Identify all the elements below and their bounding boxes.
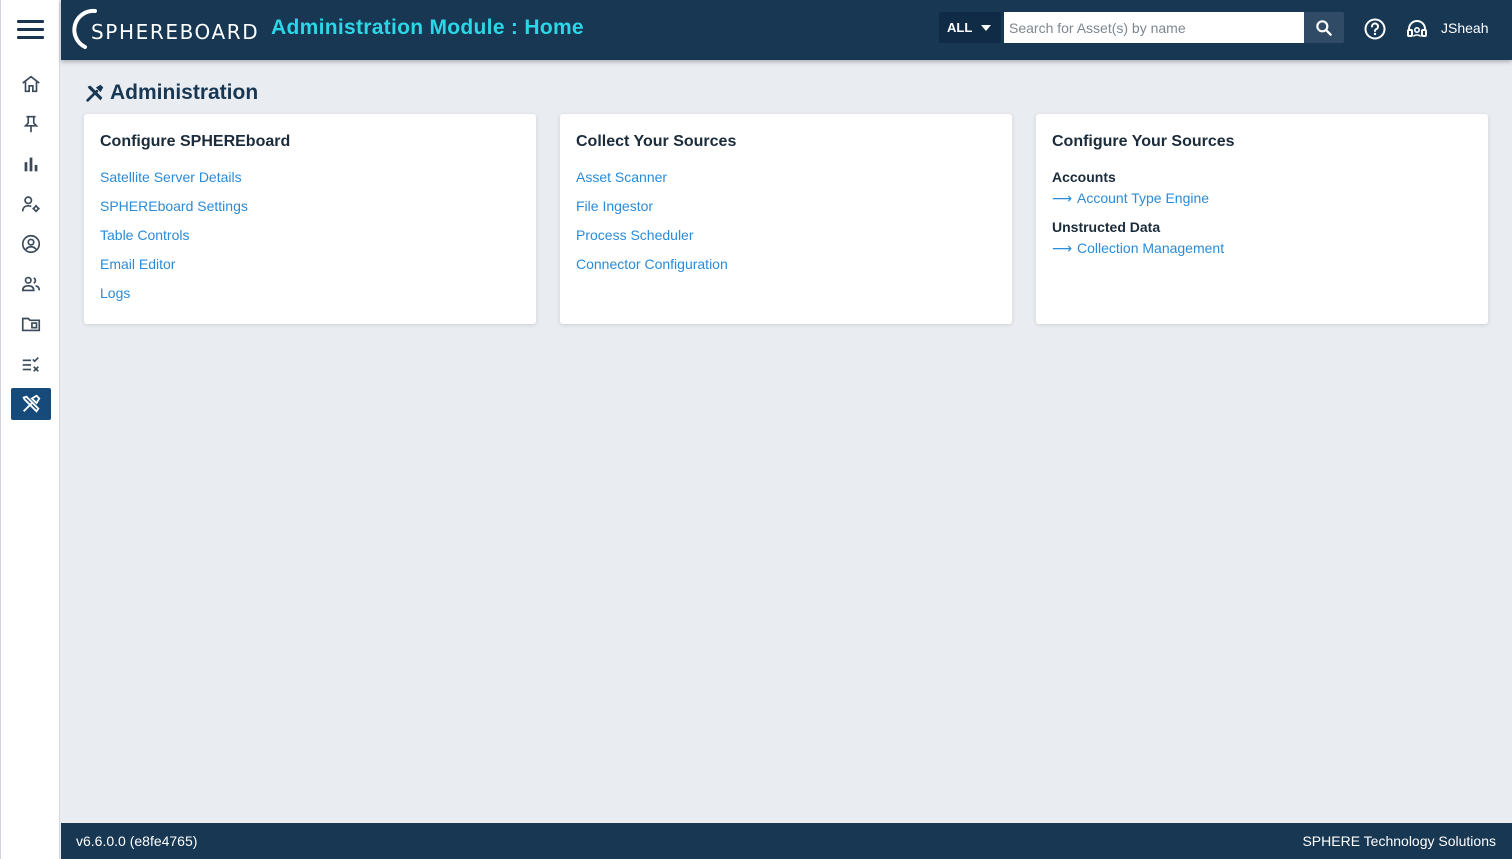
footer: v6.6.0.0 (e8fe4765) SPHERE Technology So…: [61, 823, 1512, 859]
nav-rail: [0, 0, 60, 859]
link-email-editor[interactable]: Email Editor: [100, 256, 520, 273]
link-asset-scanner[interactable]: Asset Scanner: [576, 169, 996, 186]
version-label: v6.6.0.0 (e8fe4765): [76, 833, 198, 849]
module-title: Administration Module : Home: [271, 16, 584, 39]
card-title: Configure SPHEREboard: [100, 133, 291, 150]
tools-icon: [86, 84, 104, 102]
checklist-icon[interactable]: [11, 348, 51, 380]
search-icon: [1316, 19, 1332, 36]
folder-icon[interactable]: [11, 308, 51, 340]
tools-icon[interactable]: [11, 388, 51, 420]
card-title: Configure Your Sources: [1052, 133, 1235, 150]
card-configure-sphereboard: Configure SPHEREboard Satellite Server D…: [84, 114, 536, 324]
link-table-controls[interactable]: Table Controls: [100, 227, 520, 244]
card-title: Collect Your Sources: [576, 133, 737, 150]
arrow-right-icon: ⟶: [1052, 190, 1073, 206]
help-icon[interactable]: [1363, 17, 1387, 41]
link-label: Account Type Engine: [1077, 190, 1210, 206]
link-collection-management[interactable]: ⟶ Collection Management: [1052, 240, 1472, 257]
page-heading: Administration: [84, 80, 258, 106]
scope-select[interactable]: ALL: [939, 12, 1001, 43]
link-connector-configuration[interactable]: Connector Configuration: [576, 256, 996, 273]
card-collect-sources: Collect Your Sources Asset Scanner File …: [560, 114, 1012, 324]
caret-down-icon: [981, 25, 991, 31]
company-label: SPHERE Technology Solutions: [1302, 833, 1496, 849]
arrow-right-icon: ⟶: [1052, 240, 1073, 256]
link-sphereboard-settings[interactable]: SPHEREboard Settings: [100, 198, 520, 215]
pin-icon[interactable]: [11, 108, 51, 140]
page-title: Administration: [110, 81, 259, 104]
hamburger-menu-icon[interactable]: [17, 20, 44, 40]
people-icon[interactable]: [11, 268, 51, 300]
chart-icon[interactable]: [11, 148, 51, 180]
section-label-unstructured-data: Unstructed Data: [1052, 219, 1161, 235]
account-icon[interactable]: [11, 228, 51, 260]
link-satellite-server-details[interactable]: Satellite Server Details: [100, 169, 520, 186]
user-menu[interactable]: JSheah: [1441, 20, 1488, 36]
asset-search-input[interactable]: [1004, 12, 1304, 43]
link-label: Collection Management: [1077, 240, 1225, 256]
card-configure-sources: Configure Your Sources Accounts ⟶ Accoun…: [1036, 114, 1488, 324]
link-account-type-engine[interactable]: ⟶ Account Type Engine: [1052, 190, 1472, 207]
top-header: SPHEREBOARD Administration Module : Home…: [61, 0, 1512, 60]
link-process-scheduler[interactable]: Process Scheduler: [576, 227, 996, 244]
support-headset-icon[interactable]: [1405, 17, 1429, 41]
link-logs[interactable]: Logs: [100, 285, 520, 302]
sphereboard-logo[interactable]: SPHEREBOARD: [71, 6, 261, 54]
home-icon[interactable]: [11, 68, 51, 100]
search-button[interactable]: [1304, 12, 1344, 43]
user-settings-icon[interactable]: [11, 188, 51, 220]
section-label-accounts: Accounts: [1052, 169, 1116, 185]
logo-text: SPHEREBOARD: [91, 20, 260, 44]
scope-select-value: ALL: [947, 20, 973, 35]
link-file-ingestor[interactable]: File Ingestor: [576, 198, 996, 215]
